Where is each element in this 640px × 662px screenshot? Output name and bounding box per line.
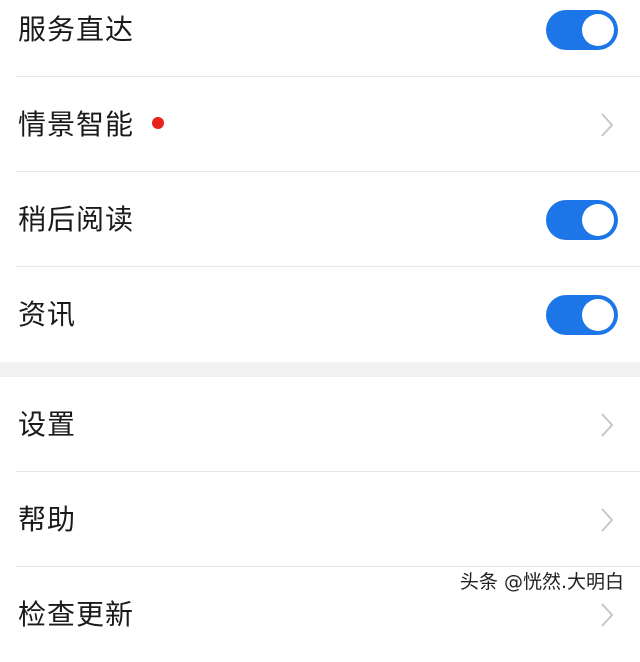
- row-service-direct[interactable]: 服务直达: [0, 0, 640, 77]
- news-toggle[interactable]: [546, 294, 618, 335]
- toggle-knob: [582, 13, 614, 46]
- settings-group-general: 设置 帮助 检查更新: [0, 377, 640, 662]
- toggle-knob: [582, 298, 614, 331]
- chevron-right-icon: [596, 110, 618, 140]
- row-help[interactable]: 帮助: [0, 472, 640, 567]
- row-label: 资讯: [18, 297, 77, 331]
- chevron-right-icon: [596, 600, 618, 630]
- toggle-knob: [582, 203, 614, 236]
- settings-group-features: 服务直达 情景智能 稍后阅读 资讯: [0, 0, 640, 362]
- row-label: 稍后阅读: [18, 202, 135, 236]
- read-later-toggle[interactable]: [546, 199, 618, 240]
- row-label: 帮助: [18, 502, 77, 536]
- row-settings[interactable]: 设置: [0, 377, 640, 472]
- service-direct-toggle[interactable]: [546, 9, 618, 50]
- watermark: 头条 @恍然.大明白: [457, 567, 626, 594]
- notification-dot-icon: [152, 116, 165, 129]
- section-separator: [0, 362, 640, 377]
- chevron-right-icon: [596, 410, 618, 440]
- row-read-later[interactable]: 稍后阅读: [0, 172, 640, 267]
- row-label: 设置: [18, 407, 77, 441]
- row-news[interactable]: 资讯: [0, 267, 640, 362]
- chevron-right-icon: [596, 505, 618, 535]
- row-label: 检查更新: [18, 597, 135, 631]
- row-label: 服务直达: [18, 12, 135, 46]
- settings-list: 服务直达 情景智能 稍后阅读 资讯 设置 帮助 检查更新: [0, 0, 640, 662]
- row-label: 情景智能: [18, 107, 135, 141]
- row-scene-intelligence[interactable]: 情景智能: [0, 77, 640, 172]
